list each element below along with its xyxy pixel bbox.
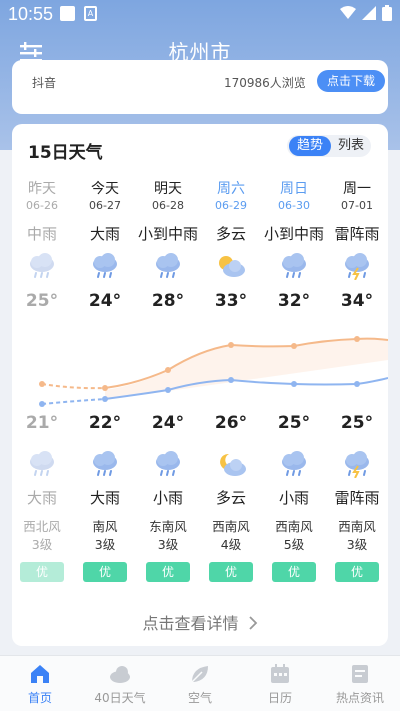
low-temp: 25° [340,413,374,433]
forecast-day-column[interactable]: 昨天 06-26 中雨 25° 21° 大雨 西北风 3级 优 [12,124,74,646]
low-temp: 26° [214,413,248,433]
nav-item[interactable]: 首页 [0,656,80,711]
aqi-badge: 优 [146,562,190,582]
aqi-badge: 优 [209,562,253,582]
low-temp: 24° [151,413,185,433]
thunderstorm-icon [341,450,373,479]
high-temp: 34° [340,291,374,311]
forecast-card: 15日天气 趋势 列表 昨天 06-26 中雨 25° 21° 大雨 西北风 3… [12,124,388,646]
nav-label: 日历 [267,691,292,705]
wind-level: 3级 [346,537,368,552]
rain-icon [278,450,310,478]
chevron-right-icon [248,616,257,630]
day-date: 06-26 [26,199,58,212]
battery-icon [382,5,392,21]
wind-level: 3级 [157,537,179,552]
nav-label: 空气 [187,691,212,705]
low-temp: 22° [88,413,122,433]
day-name: 昨天 [28,181,56,197]
cloud-icon [108,662,132,686]
aqi-badge: 优 [335,562,379,582]
day-name: 周一 [343,181,371,197]
news-views: 170986人浏览 [224,76,306,90]
rain-icon [26,252,58,280]
day-date: 06-27 [89,199,121,212]
low-temp: 25° [277,413,311,433]
bottom-navigation: 首页 40日天气 空气 日历 热点资讯 [0,655,400,711]
day-name: 今天 [91,181,119,197]
aqi-badge: 优 [83,562,127,582]
nav-item[interactable]: 空气 [160,656,240,711]
rain-icon [152,450,184,478]
forecast-day-column[interactable]: 今天 06-27 大雨 24° 22° 大雨 南风 3级 优 [73,124,137,646]
nav-label: 首页 [27,691,52,705]
status-indicators [340,5,392,21]
status-time: 10:55 [8,4,54,24]
notification-icon [60,6,75,21]
news-source: 抖音 [32,76,57,90]
rain-icon [89,252,121,280]
wind-direction: 西南风 [338,519,376,534]
download-button[interactable]: 点击下载 [317,70,385,92]
day-name: 周日 [280,181,308,197]
wind-level: 3级 [31,537,53,552]
forecast-day-column[interactable]: 周日 06-30 小到中雨 32° 25° 小雨 西南风 5级 优 [262,124,326,646]
low-temp: 21° [25,413,59,433]
partly-cloudy-icon [215,252,247,280]
wind-level: 3级 [94,537,116,552]
aqi-badge: 优 [272,562,316,582]
news-icon [348,662,372,686]
night-condition: 雷阵雨 [334,489,380,507]
aqi-badge: 优 [20,562,64,582]
news-card[interactable]: 抖音 170986人浏览 点击下载 [12,60,388,114]
forecast-day-column[interactable]: 周六 06-29 多云 33° 26° 多云 西南风 4级 优 [199,124,263,646]
rain-icon [89,450,121,478]
rain-icon [278,252,310,280]
day-date: 07-01 [341,199,373,212]
nav-item[interactable]: 日历 [240,656,320,711]
high-temp: 25° [25,291,59,311]
thunderstorm-icon [341,252,373,281]
leaf-icon [188,662,212,686]
status-bar: 10:55 A [0,0,400,28]
forecast-day-column[interactable]: 周一 07-01 雷阵雨 34° 25° 雷阵雨 西南风 3级 优 [325,124,388,646]
high-temp: 28° [151,291,185,311]
wind-level: 4级 [220,537,242,552]
wind-level: 5级 [283,537,305,552]
home-icon [28,662,52,686]
high-temp: 24° [88,291,122,311]
high-temp: 32° [277,291,311,311]
day-condition: 雷阵雨 [334,225,380,243]
high-temp: 33° [214,291,248,311]
day-date: 06-30 [278,199,310,212]
nav-label: 热点资讯 [335,691,384,705]
cloudy-night-icon [215,450,247,478]
nav-item[interactable]: 热点资讯 [320,656,400,711]
detail-link[interactable]: 点击查看详情 [12,610,388,634]
day-name: 明天 [154,181,182,197]
rain-icon [26,450,58,478]
rain-icon [152,252,184,280]
app-notification-icon: A [84,6,97,21]
nav-label: 40日天气 [94,691,146,705]
nav-item[interactable]: 40日天气 [80,656,160,711]
day-name: 周六 [217,181,245,197]
forecast-day-column[interactable]: 明天 06-28 小到中雨 28° 24° 小雨 东南风 3级 优 [136,124,200,646]
calendar-icon [268,662,292,686]
day-date: 06-28 [152,199,184,212]
signal-icon [362,6,376,20]
day-date: 06-29 [215,199,247,212]
detail-link-label: 点击查看详情 [142,614,239,633]
wifi-icon [340,6,356,19]
